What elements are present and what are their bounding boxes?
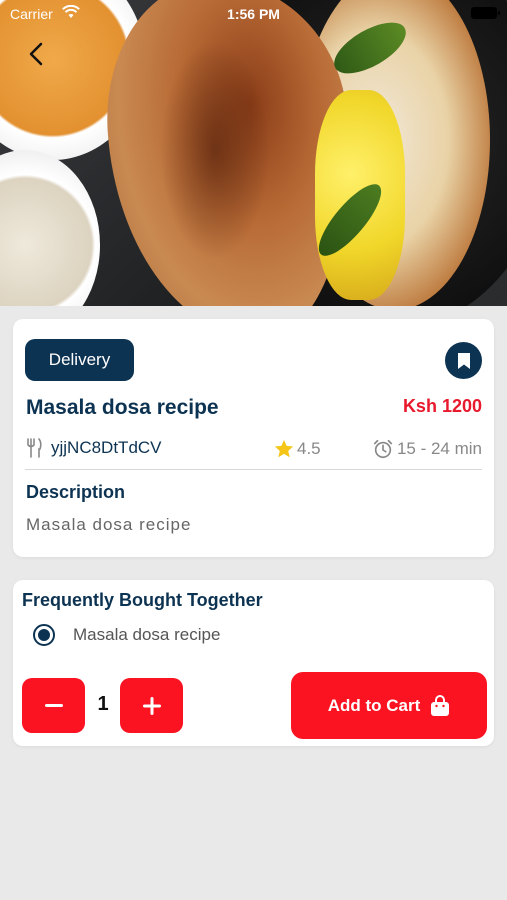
quantity-value: 1 — [97, 693, 109, 715]
battery-icon — [471, 7, 500, 19]
delivery-badge[interactable]: Delivery — [25, 339, 134, 381]
increase-quantity-button[interactable] — [120, 678, 183, 733]
plus-icon — [142, 696, 161, 715]
frequently-bought-card: Frequently Bought Together Masala dosa r… — [13, 580, 494, 746]
product-details-card: Delivery Masala dosa recipe Ksh 1200 yjj… — [13, 319, 494, 557]
product-price: Ksh 1200 — [402, 396, 482, 416]
product-meta-row: yjjNC8DtTdCV 4.5 15 - 24 min — [25, 435, 482, 463]
radio-button[interactable] — [33, 624, 55, 646]
product-title: Masala dosa recipe — [26, 396, 219, 419]
decrease-quantity-button[interactable] — [22, 678, 85, 733]
bookmark-button[interactable] — [445, 342, 482, 379]
addon-option-label: Masala dosa recipe — [73, 625, 221, 644]
addon-option[interactable]: Masala dosa recipe — [33, 624, 220, 646]
add-to-cart-button[interactable]: Add to Cart — [291, 672, 487, 739]
clock-time: 1:56 PM — [227, 6, 280, 22]
bookmark-icon — [457, 352, 470, 369]
minus-icon — [44, 703, 63, 707]
frequently-bought-heading: Frequently Bought Together — [22, 590, 263, 610]
divider — [25, 469, 482, 470]
vendor-name: yjjNC8DtTdCV — [51, 438, 162, 457]
description-text: Masala dosa recipe — [26, 515, 192, 534]
vendor-info: yjjNC8DtTdCV — [25, 438, 162, 458]
delivery-time-value: 15 - 24 min — [396, 439, 482, 458]
star-icon — [274, 439, 294, 458]
back-button[interactable] — [20, 38, 52, 70]
add-to-cart-label: Add to Cart — [327, 695, 421, 715]
hero-food-image — [0, 0, 507, 306]
chevron-left-icon — [29, 42, 43, 66]
alarm-clock-icon — [373, 439, 393, 459]
description-heading: Description — [26, 482, 126, 502]
delivery-time: 15 - 24 min — [372, 438, 482, 460]
status-bar: Carrier 1:56 PM — [0, 0, 507, 28]
rating-value: 4.5 — [297, 439, 321, 458]
fork-knife-icon — [27, 438, 42, 458]
rating: 4.5 — [273, 438, 321, 460]
shopping-bag-icon — [431, 694, 450, 716]
